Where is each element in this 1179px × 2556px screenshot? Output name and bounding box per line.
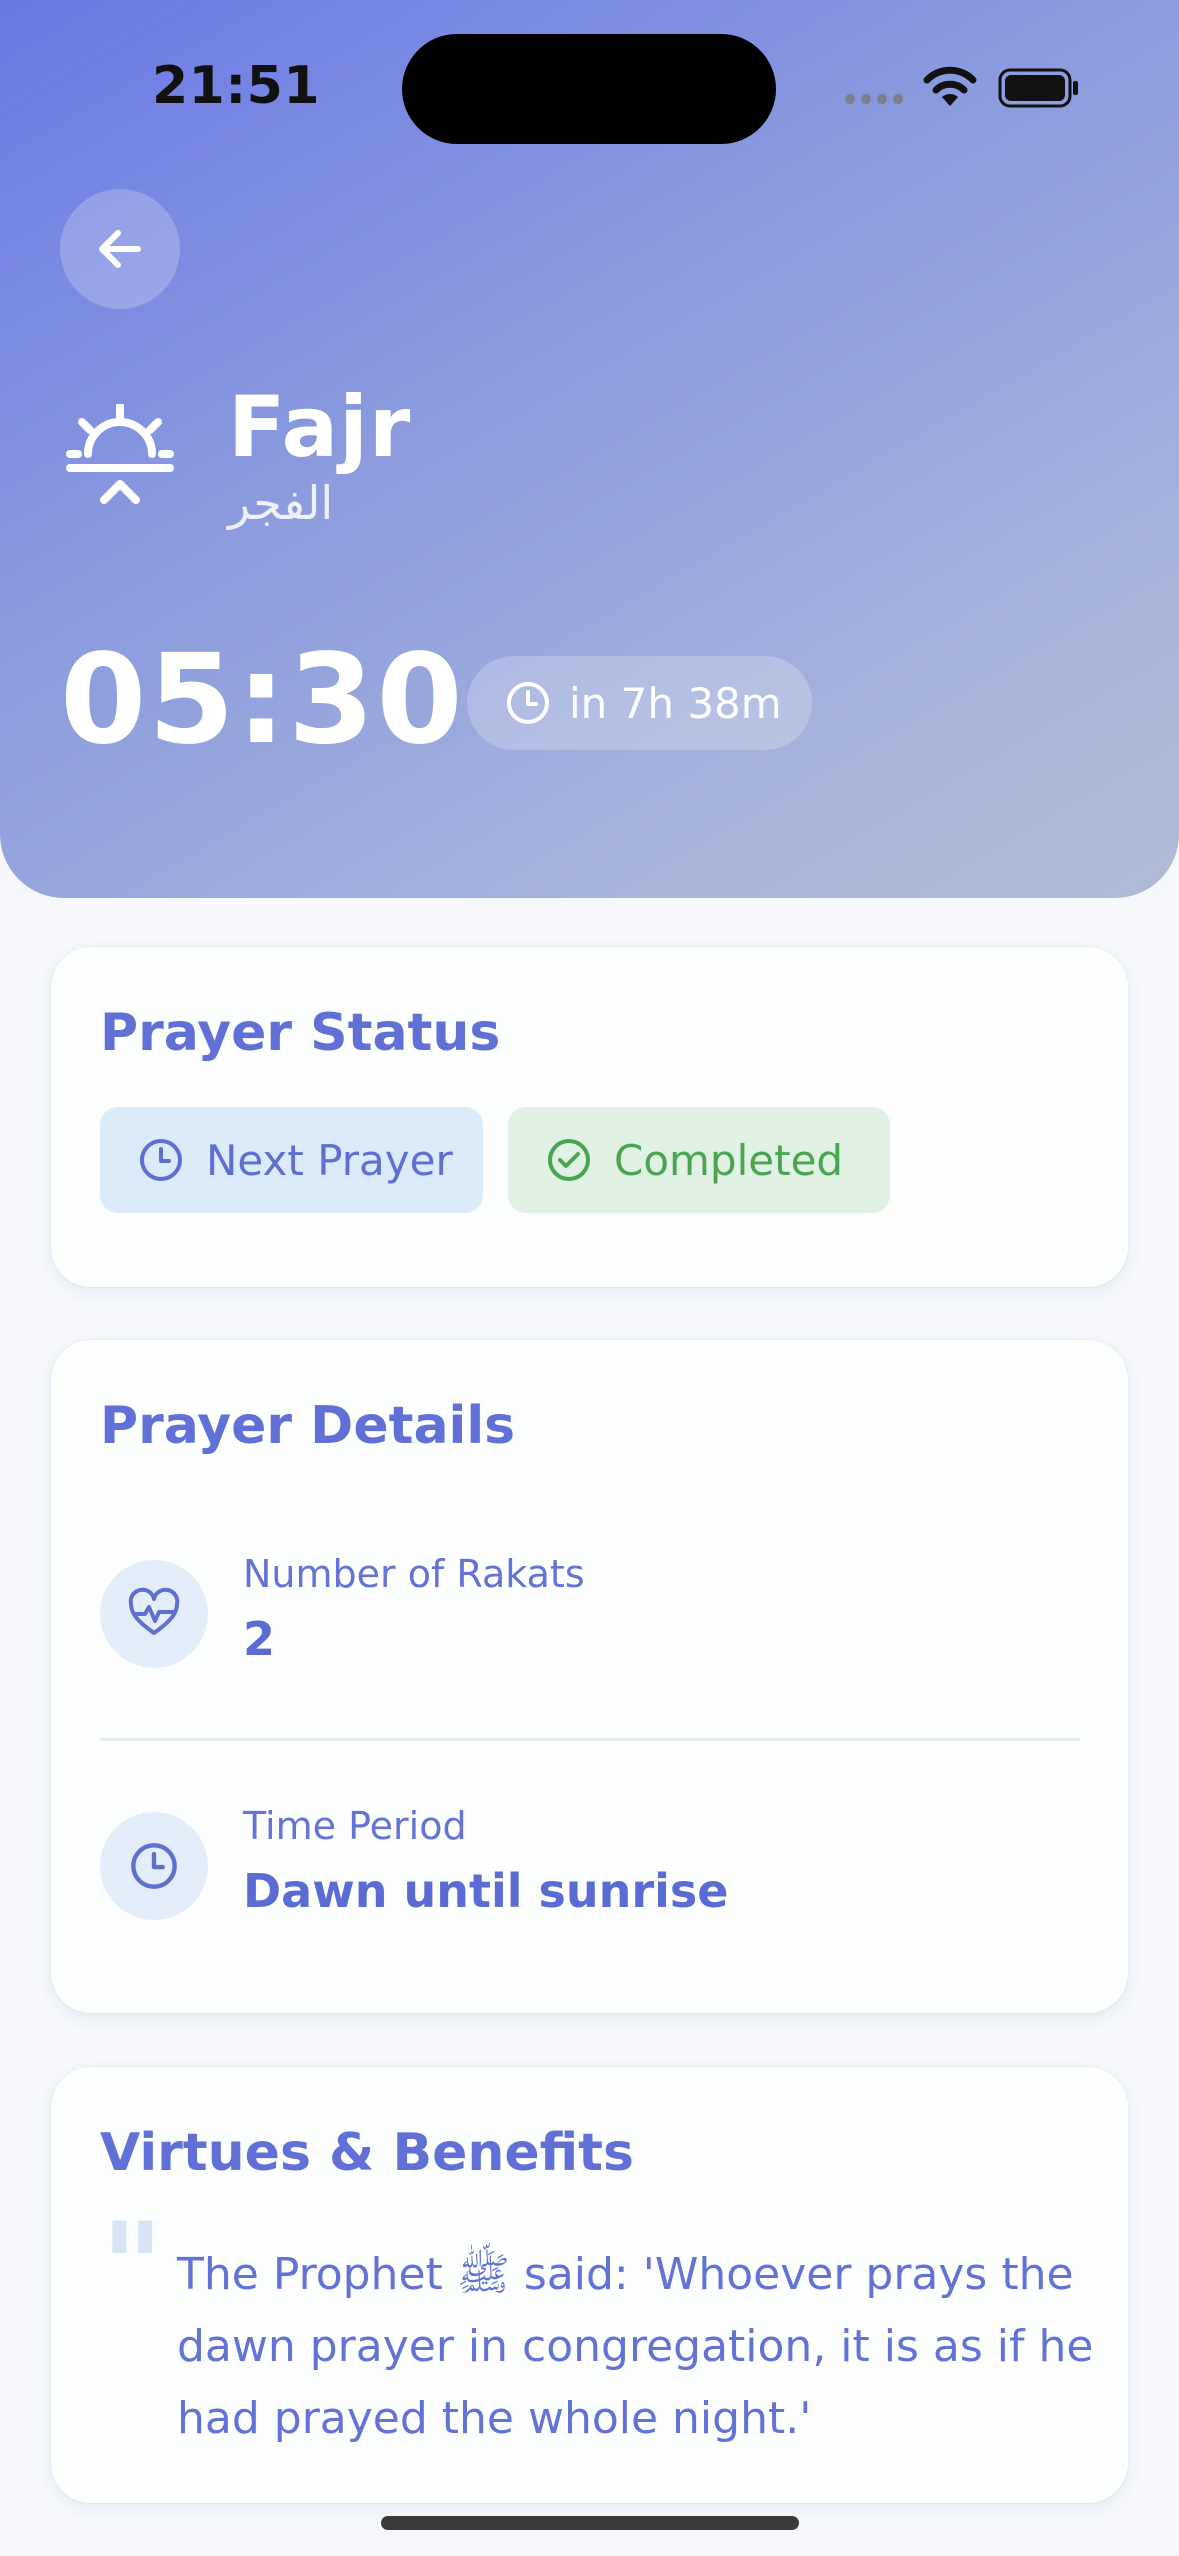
completed-chip[interactable]: Completed [508, 1107, 890, 1213]
prayer-details-card: Prayer Details Number of Rakats 2 Time P… [51, 1340, 1128, 2013]
dynamic-island [402, 34, 776, 144]
clock-icon [131, 1843, 177, 1889]
prayer-name: Fajr [228, 378, 412, 476]
back-button[interactable] [60, 189, 180, 309]
chip-label: Completed [614, 1135, 844, 1185]
sunrise-icon [66, 404, 174, 504]
time-period-icon-wrap [100, 1812, 208, 1920]
divider [100, 1738, 1080, 1741]
card-title: Prayer Status [100, 1003, 501, 1063]
prayer-header: 21:51 Fajr الفجر 05:30 in 7h 38m [0, 0, 1179, 898]
card-title: Virtues & Benefits [100, 2123, 634, 2183]
arrow-left-icon [99, 230, 141, 268]
heart-pulse-icon [128, 1587, 180, 1635]
prayer-status-card: Prayer Status Next Prayer Completed [51, 947, 1128, 1287]
time-period-label: Time Period [243, 1804, 467, 1848]
prayer-name-arabic: الفجر [228, 476, 334, 530]
prayer-time: 05:30 [60, 628, 465, 772]
clock-icon [507, 682, 549, 724]
countdown-badge: in 7h 38m [467, 656, 812, 750]
battery-icon [998, 68, 1078, 108]
clock-icon [140, 1139, 182, 1181]
wifi-icon [923, 66, 977, 106]
chip-label: Next Prayer [206, 1135, 453, 1185]
rakats-label: Number of Rakats [243, 1552, 585, 1596]
cellular-signal-icon [845, 94, 903, 104]
hadith-quote: The Prophet ﷺ said: 'Whoever prays the d… [177, 2249, 1094, 2444]
time-period-value: Dawn until sunrise [243, 1864, 729, 1918]
rakats-icon-wrap [100, 1560, 208, 1668]
countdown-text: in 7h 38m [569, 678, 782, 728]
next-prayer-chip: Next Prayer [100, 1107, 483, 1213]
card-title: Prayer Details [100, 1396, 516, 1456]
check-circle-icon [548, 1139, 590, 1181]
virtues-card: Virtues & Benefits " The Prophet ﷺ said:… [51, 2067, 1128, 2503]
quote-mark-icon: " [101, 2196, 164, 2337]
rakats-value: 2 [243, 1612, 276, 1666]
home-indicator[interactable] [381, 2516, 799, 2530]
status-bar-time: 21:51 [152, 56, 321, 116]
